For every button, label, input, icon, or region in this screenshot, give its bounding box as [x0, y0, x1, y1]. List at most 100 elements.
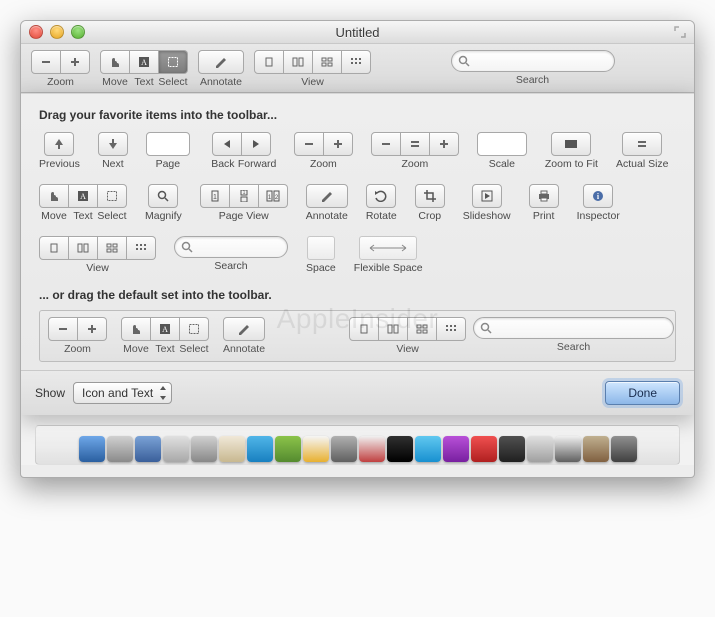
default-set-container[interactable]: Zoom A MoveTextSelect Annotate: [39, 310, 676, 362]
view-contact-button[interactable]: [342, 50, 371, 74]
plus-icon: [333, 139, 343, 149]
rotate-icon: [374, 190, 388, 202]
magnify-icon: [157, 190, 169, 202]
item-space[interactable]: Space: [306, 236, 336, 274]
dock-app-icon: [611, 436, 637, 462]
toolbar-view-label: View: [301, 76, 324, 88]
window-title: Untitled: [21, 25, 694, 40]
dock-app-icon: [555, 436, 581, 462]
close-button[interactable]: [29, 25, 43, 39]
toolbar-move-label: Move: [100, 76, 130, 88]
item-next[interactable]: Next: [98, 132, 128, 170]
dock-app-icon: [415, 436, 441, 462]
hand-icon: [48, 190, 60, 202]
dock-app-icon: [359, 436, 385, 462]
item-actual-size[interactable]: Actual Size: [616, 132, 669, 170]
item-search[interactable]: Search: [174, 236, 288, 274]
instruction-text-1: Drag your favorite items into the toolba…: [39, 108, 676, 122]
item-flexible-space[interactable]: Flexible Space: [354, 236, 423, 274]
item-view[interactable]: View: [39, 236, 156, 274]
default-annotate: Annotate: [223, 317, 265, 355]
page-single-icon: 1: [209, 190, 221, 202]
item-page-view[interactable]: 1 1 12 Page View: [200, 184, 288, 222]
zoom-to-fit-icon: [563, 139, 579, 149]
dock-app-icon: [163, 436, 189, 462]
view-facing-button[interactable]: [284, 50, 313, 74]
play-icon: [481, 190, 493, 202]
minus-icon: [381, 139, 391, 149]
dock-app-icon: [443, 436, 469, 462]
pencil-icon: [320, 190, 334, 202]
move-tool-button[interactable]: [100, 50, 130, 74]
toolbar-annotate-label: Annotate: [200, 76, 242, 88]
annotate-button[interactable]: [198, 50, 244, 74]
page-cont-icon: 1: [238, 190, 250, 202]
zoom-in-button[interactable]: [61, 50, 90, 74]
select-icon: [106, 190, 118, 202]
dock-strip: [35, 425, 680, 465]
item-rotate[interactable]: Rotate: [366, 184, 397, 222]
window: Untitled Zoom A Move Text Select: [20, 20, 695, 478]
item-magnify[interactable]: Magnify: [145, 184, 182, 222]
select-tool-button[interactable]: [159, 50, 188, 74]
text-icon: A: [77, 190, 89, 202]
toolbar-search-group: Search: [381, 50, 684, 86]
fullscreen-icon[interactable]: [674, 26, 686, 38]
triangle-right-icon: [251, 139, 261, 149]
toolbar-select-label: Select: [158, 76, 188, 88]
equals-icon: [637, 139, 647, 149]
item-print[interactable]: Print: [529, 184, 559, 222]
dock-app-icon: [499, 436, 525, 462]
item-zoom-to-fit[interactable]: Zoom to Fit: [545, 132, 598, 170]
item-previous[interactable]: Previous: [39, 132, 80, 170]
dock-app-icon: [275, 436, 301, 462]
arrow-up-icon: [54, 138, 64, 150]
instruction-text-2: ... or drag the default set into the too…: [39, 288, 676, 302]
zoom-out-button[interactable]: [31, 50, 61, 74]
view-thumbs-button[interactable]: [313, 50, 342, 74]
item-zoom2[interactable]: Zoom: [294, 132, 353, 170]
svg-text:A: A: [162, 325, 168, 334]
minimize-button[interactable]: [50, 25, 64, 39]
toolbar-annotate-group: Annotate: [198, 50, 244, 88]
search-field[interactable]: [451, 50, 615, 72]
sheet-footer: Show Icon and Text Done: [21, 370, 694, 415]
item-tools-mts[interactable]: A MoveTextSelect: [39, 184, 127, 222]
show-mode-select[interactable]: Icon and Text: [73, 382, 172, 404]
default-view: View: [349, 317, 466, 355]
toolbar-search-label: Search: [516, 74, 549, 86]
item-inspector[interactable]: i Inspector: [577, 184, 620, 222]
item-page[interactable]: Page: [146, 132, 190, 170]
equals-icon: [410, 139, 420, 149]
space-icon: [307, 236, 335, 260]
zoom-window-button[interactable]: [71, 25, 85, 39]
dock-app-icon: [135, 436, 161, 462]
item-annotate[interactable]: Annotate: [306, 184, 348, 222]
show-label: Show: [35, 386, 65, 400]
default-search: Search: [480, 317, 667, 353]
crop-icon: [424, 190, 436, 202]
page-two-icon: 12: [266, 190, 280, 202]
dock-app-icon: [79, 436, 105, 462]
flexible-space-icon: [359, 236, 417, 260]
minus-icon: [304, 139, 314, 149]
dock-app-icon: [331, 436, 357, 462]
info-icon: i: [592, 190, 604, 202]
customize-sheet: Drag your favorite items into the toolba…: [21, 93, 694, 415]
item-slideshow[interactable]: Slideshow: [463, 184, 511, 222]
text-tool-button[interactable]: A: [130, 50, 159, 74]
item-back-forward[interactable]: BackForward: [208, 132, 276, 170]
toolbar-zoom-group: Zoom: [31, 50, 90, 88]
dock-app-icon: [387, 436, 413, 462]
done-button[interactable]: Done: [605, 381, 680, 405]
item-scale[interactable]: Scale: [477, 132, 527, 170]
svg-text:1: 1: [268, 195, 272, 201]
dock-app-icon: [191, 436, 217, 462]
titlebar: Untitled: [21, 21, 694, 44]
dock-app-icon: [219, 436, 245, 462]
search-icon: [480, 322, 492, 334]
view-single-button[interactable]: [254, 50, 284, 74]
dock-app-icon: [303, 436, 329, 462]
item-zoom3[interactable]: Zoom: [371, 132, 459, 170]
item-crop[interactable]: Crop: [415, 184, 445, 222]
